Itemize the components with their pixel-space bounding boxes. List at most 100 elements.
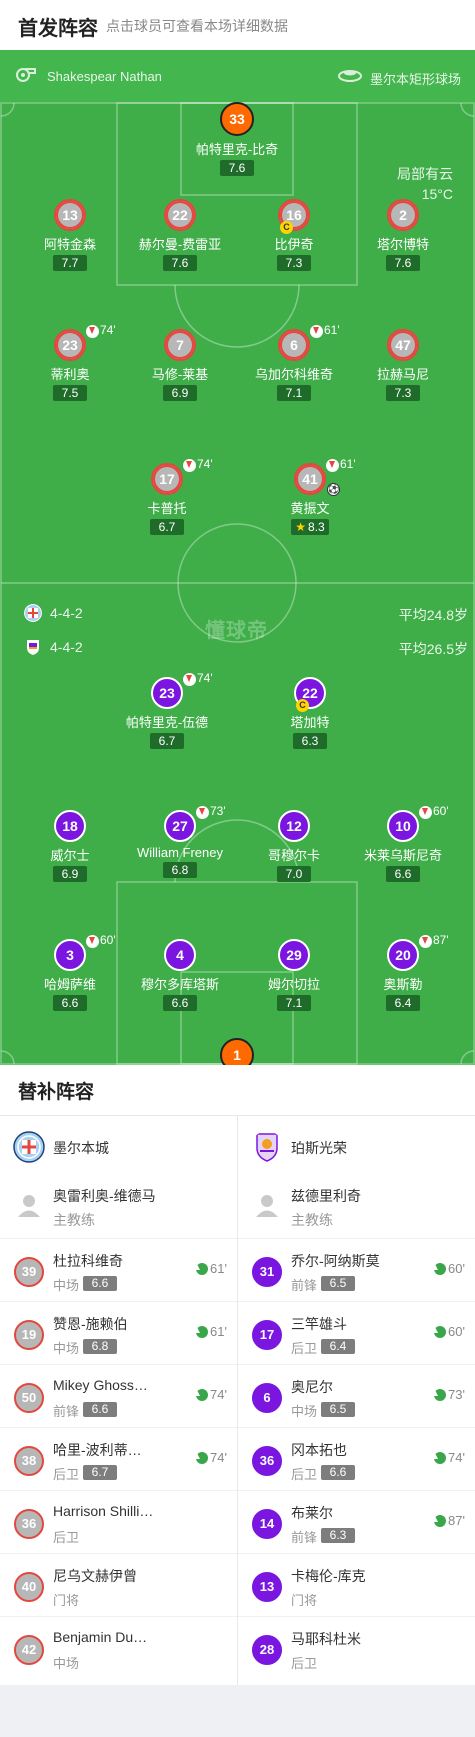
sub-in-arrow-icon xyxy=(432,1390,438,1396)
away-player[interactable]: 20 87' 奥斯勒 6.4 xyxy=(338,933,468,1012)
sub-player-position: 前锋 xyxy=(291,1278,318,1293)
away-team-header[interactable]: 珀斯光荣 xyxy=(238,1116,475,1176)
whistle-icon xyxy=(16,68,36,82)
sub-player-name: 杜拉科维奇 xyxy=(53,1253,123,1269)
player-rating: 7.0 xyxy=(277,866,311,882)
player-rating: 6.6 xyxy=(386,866,420,882)
home-player[interactable]: 7 马修-莱基 6.9 xyxy=(115,329,245,402)
player-rating: 6.8 xyxy=(163,862,197,878)
shirt-number: 17 xyxy=(151,463,183,495)
player-rating: 6.6 xyxy=(163,995,197,1011)
home-player[interactable]: 2 塔尔博特 7.6 xyxy=(338,199,468,272)
sub-in-arrow-icon xyxy=(194,1264,200,1270)
home-team-header[interactable]: 墨尔本城 xyxy=(0,1116,237,1176)
sub-in-minute: 74' xyxy=(196,1387,227,1402)
subs-title: 替补阵容 xyxy=(18,1082,95,1103)
home-formation: 4-4-2 xyxy=(50,605,83,621)
sub-player-name: 乔尔-阿纳斯莫 xyxy=(291,1253,380,1269)
shirt-number: 14 xyxy=(252,1509,282,1539)
away-sub-row[interactable]: 17 三竿雄斗 后卫 6.4 60' xyxy=(238,1301,475,1364)
home-sub-row[interactable]: 19 赞恩-施赖伯 中场 6.8 61' xyxy=(0,1301,237,1364)
sub-out-icon xyxy=(196,806,209,819)
sub-out-icon xyxy=(326,459,339,472)
player-rating: 6.7 xyxy=(150,519,184,535)
home-player[interactable]: 33 帕特里克-比奇 7.6 xyxy=(172,102,302,177)
player-rating: ★ 8.3 xyxy=(291,519,329,535)
home-sub-row[interactable]: 50 Mikey Ghoss… 前锋 6.6 74' xyxy=(0,1364,237,1427)
home-player[interactable]: 22 赫尔曼-费雷亚 7.6 xyxy=(115,199,245,272)
home-sub-row[interactable]: 40 尼乌文赫伊曾 门将 xyxy=(0,1553,237,1616)
home-player[interactable]: 41 61' ⚽ 黄振文 ★ 8.3 xyxy=(245,457,375,536)
player-name: 塔尔博特 xyxy=(376,237,429,252)
shirt-number: 1 xyxy=(220,1038,254,1065)
sub-in-arrow-icon xyxy=(432,1516,438,1522)
sub-out-minute: 74' xyxy=(197,457,213,471)
sub-player-name: Benjamin Du… xyxy=(53,1629,148,1645)
rating-value: 8.3 xyxy=(308,520,325,534)
home-coach[interactable]: 奥雷利奥-维德马 主教练 xyxy=(0,1176,237,1238)
home-sub-row[interactable]: 39 杜拉科维奇 中场 6.6 61' xyxy=(0,1238,237,1301)
away-player[interactable]: 27 73' William Freney 6.8 xyxy=(115,804,245,879)
home-formation-row: 4-4-2 平均24.8岁 xyxy=(0,603,475,623)
away-sub-row[interactable]: 28 马耶科杜米 后卫 xyxy=(238,1616,475,1679)
shirt-number: 22 xyxy=(164,199,196,231)
away-sub-row[interactable]: 36 冈本拓也 后卫 6.6 74' xyxy=(238,1427,475,1490)
sub-player-position: 后卫 xyxy=(291,1341,318,1356)
away-player[interactable]: 10 60' 米莱乌斯尼奇 6.6 xyxy=(338,804,468,883)
away-formation-row: 4-4-2 平均26.5岁 xyxy=(0,637,475,657)
home-sub-row[interactable]: 36 Harrison Shilli… 后卫 xyxy=(0,1490,237,1553)
away-coach[interactable]: 兹德里利奇 主教练 xyxy=(238,1176,475,1238)
shirt-number: 41 xyxy=(294,463,326,495)
player-rating: 6.6 xyxy=(53,995,87,1011)
player-rating: 7.7 xyxy=(53,255,87,271)
away-sub-row[interactable]: 14 布莱尔 前锋 6.3 87' xyxy=(238,1490,475,1553)
sub-in-minute: 61' xyxy=(196,1261,227,1276)
sub-in-arrow-icon xyxy=(432,1264,438,1270)
shirt-number: 31 xyxy=(252,1257,282,1287)
sub-player-name: 哈里-波利蒂… xyxy=(53,1442,142,1458)
shirt-number: 18 xyxy=(54,810,86,842)
shirt-number: 29 xyxy=(278,939,310,971)
player-name: 米莱乌斯尼奇 xyxy=(363,848,442,863)
home-coach-name: 奥雷利奥-维德马 xyxy=(53,1188,156,1204)
sub-player-position: 后卫 xyxy=(53,1467,80,1482)
sub-in-minute: 74' xyxy=(196,1450,227,1465)
player-rating: 7.6 xyxy=(386,255,420,271)
player-rating: 7.3 xyxy=(277,255,311,271)
sub-out-icon xyxy=(310,325,323,338)
player-name: 拉赫马尼 xyxy=(376,367,429,382)
sub-player-name: Mikey Ghoss… xyxy=(53,1377,148,1393)
melbourne-city-badge xyxy=(24,604,42,622)
away-sub-row[interactable]: 13 卡梅伦-库克 门将 xyxy=(238,1553,475,1616)
shirt-number: 19 xyxy=(14,1320,44,1350)
pitch-field: 局部有云 15°C 懂球帝 4-4-2 平均24.8岁 4-4-2 平均26.5… xyxy=(0,102,475,1065)
player-rating: 7.3 xyxy=(386,385,420,401)
sub-player-rating: 6.5 xyxy=(321,1402,355,1417)
sub-player-rating: 6.3 xyxy=(321,1528,355,1543)
away-player[interactable]: 4 穆尔多库塔斯 6.6 xyxy=(115,939,245,1012)
away-player[interactable]: 1萨伊7.4 xyxy=(172,1038,302,1065)
player-rating: 6.7 xyxy=(150,733,184,749)
shirt-number: 23 xyxy=(151,677,183,709)
away-player[interactable]: 23 74' 帕特里克-伍德 6.7 xyxy=(102,671,232,750)
sub-player-rating: 6.8 xyxy=(83,1339,117,1354)
player-name: 马修-莱基 xyxy=(151,367,209,382)
away-sub-row[interactable]: 6 奥尼尔 中场 6.5 73' xyxy=(238,1364,475,1427)
player-rating: 7.5 xyxy=(53,385,87,401)
away-sub-row[interactable]: 31 乔尔-阿纳斯莫 前锋 6.5 60' xyxy=(238,1238,475,1301)
sub-in-minute: 61' xyxy=(196,1324,227,1339)
home-sub-row[interactable]: 42 Benjamin Du… 中场 xyxy=(0,1616,237,1679)
sub-out-icon xyxy=(419,935,432,948)
home-sub-row[interactable]: 38 哈里-波利蒂… 后卫 6.7 74' xyxy=(0,1427,237,1490)
home-player[interactable]: 47 拉赫马尼 7.3 xyxy=(338,329,468,402)
sub-player-position: 门将 xyxy=(291,1593,318,1608)
player-rating: 6.3 xyxy=(293,733,327,749)
home-player[interactable]: 17 74' 卡普托 6.7 xyxy=(102,457,232,536)
sub-in-minute: 60' xyxy=(434,1324,465,1339)
player-rating: 7.6 xyxy=(220,160,254,176)
away-player[interactable]: 22 C 塔加特 6.3 xyxy=(245,677,375,750)
captain-badge: C xyxy=(280,221,293,234)
sub-out-minute: 74' xyxy=(197,671,213,685)
lineup-subtitle: 点击球员可查看本场详细数据 xyxy=(106,18,288,34)
sub-out-icon xyxy=(183,673,196,686)
